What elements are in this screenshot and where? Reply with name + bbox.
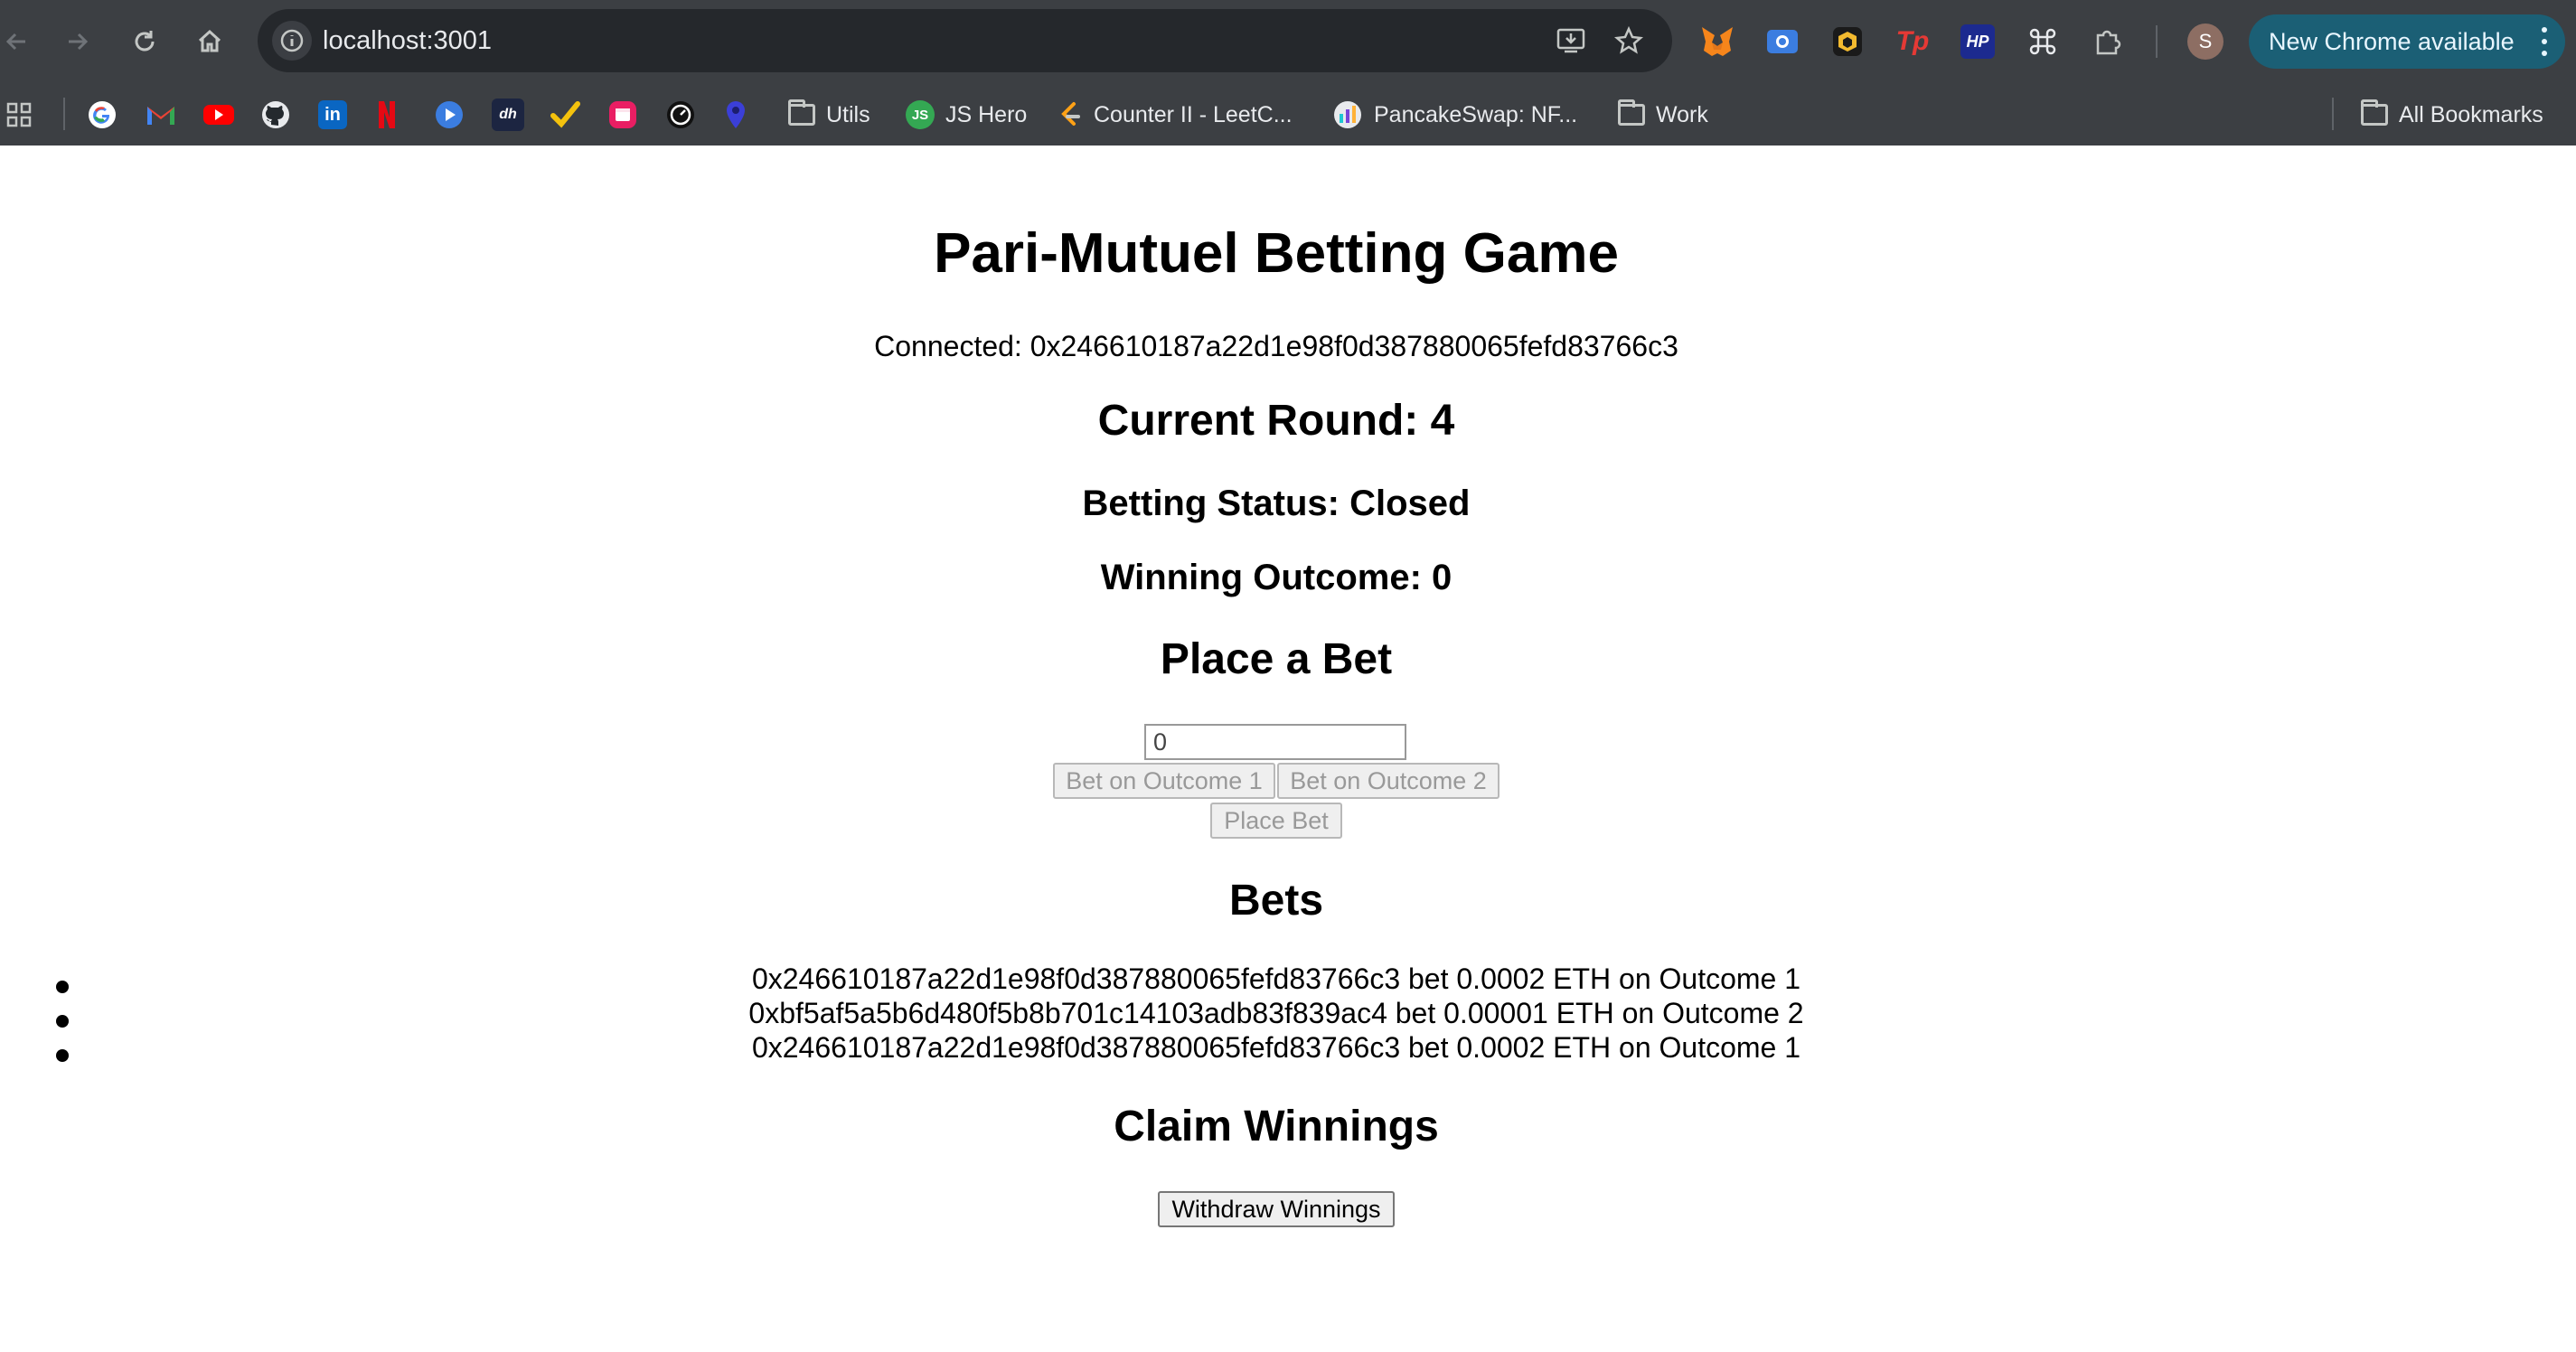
bookmark-label: Work — [1656, 101, 1708, 127]
page-title: Pari-Mutuel Betting Game — [934, 222, 1619, 285]
bet-outcome-1-button[interactable]: Bet on Outcome 1 — [1053, 763, 1275, 799]
netflix-icon[interactable] — [376, 98, 398, 132]
metamask-icon[interactable] — [1694, 18, 1741, 65]
tp-extension-icon[interactable]: Tp — [1889, 18, 1936, 65]
gmail-icon[interactable] — [145, 98, 177, 132]
pancakeswap-icon — [1334, 101, 1361, 128]
cube-wallet-icon[interactable] — [1824, 18, 1871, 65]
folder-icon — [2361, 99, 2388, 126]
folder-icon — [1618, 99, 1645, 126]
betting-status: Betting Status: Closed — [1082, 484, 1471, 523]
extensions-puzzle-icon[interactable] — [2084, 18, 2131, 65]
bookmark-leetcode[interactable]: Counter II - LeetC... — [1058, 98, 1293, 132]
bookmark-label: JS Hero — [945, 101, 1028, 127]
bet-entry: 0x246610187a22d1e98f0d387880065fefd83766… — [751, 1031, 1801, 1064]
js-hero-icon: JS — [906, 100, 935, 129]
bet-amount-input[interactable] — [1144, 724, 1406, 760]
speedometer-icon[interactable] — [665, 98, 696, 132]
forward-icon[interactable] — [56, 20, 99, 63]
claim-winnings-heading: Claim Winnings — [1114, 1103, 1439, 1150]
page-content: Pari-Mutuel Betting Game Connected: 0x24… — [0, 146, 2576, 1352]
bookmarks-divider — [2332, 98, 2334, 130]
install-app-icon[interactable] — [1550, 20, 1592, 61]
bookmark-pancakeswap[interactable]: PancakeSwap: NF... — [1332, 98, 1577, 132]
browser-chrome: localhost:3001 Tp HP S New Chrome availa… — [0, 0, 2576, 146]
browser-toolbar: localhost:3001 Tp HP S New Chrome availa… — [0, 0, 2576, 83]
bet-entry: 0x246610187a22d1e98f0d387880065fefd83766… — [751, 962, 1801, 995]
bookmark-label: Counter II - LeetC... — [1094, 101, 1293, 127]
bets-heading: Bets — [1228, 877, 1324, 925]
bookmark-label: PancakeSwap: NF... — [1374, 101, 1578, 127]
bookmark-star-icon[interactable] — [1608, 20, 1650, 61]
google-icon[interactable] — [87, 98, 118, 132]
site-info-icon[interactable] — [272, 21, 312, 61]
home-icon[interactable] — [188, 20, 231, 63]
place-bet-heading: Place a Bet — [1160, 635, 1393, 683]
hp-extension-icon[interactable]: HP — [1954, 18, 2001, 65]
folder-icon — [788, 99, 815, 126]
winning-outcome: Winning Outcome: 0 — [1100, 558, 1453, 597]
more-menu-icon[interactable] — [2542, 27, 2549, 56]
bookmark-folder-utils[interactable]: Utils — [788, 98, 870, 132]
hp-label: HP — [1966, 32, 1989, 51]
address-bar[interactable]: localhost:3001 — [258, 9, 1672, 72]
all-bookmarks-label: All Bookmarks — [2399, 101, 2543, 127]
all-bookmarks-button[interactable]: All Bookmarks — [2361, 98, 2543, 132]
current-round: Current Round: 4 — [1097, 397, 1455, 445]
withdraw-winnings-button[interactable]: Withdraw Winnings — [1158, 1191, 1395, 1227]
linkedin-icon[interactable]: in — [318, 98, 347, 132]
leetcode-icon — [1061, 102, 1080, 126]
bet-entry: 0xbf5af5a5b6d480f5b8b701c14103adb83f839a… — [748, 997, 1804, 1029]
new-chrome-available-button[interactable]: New Chrome available — [2249, 14, 2565, 69]
bookmarks-bar: in dh Utils JS JS Hero Counter II - Leet… — [0, 83, 2576, 146]
tp-label: Tp — [1895, 26, 1930, 56]
calendar-bookmark-icon[interactable] — [607, 98, 638, 132]
dh-bookmark-icon[interactable]: dh — [492, 98, 524, 132]
youtube-icon[interactable] — [202, 98, 235, 132]
toolbar-divider — [2156, 25, 2158, 58]
avatar-letter: S — [2198, 30, 2213, 52]
back-icon[interactable] — [0, 20, 38, 63]
place-bet-button[interactable]: Place Bet — [1210, 803, 1342, 839]
location-pin-icon[interactable] — [723, 98, 748, 132]
bookmarks-divider — [63, 98, 65, 130]
play-circle-icon[interactable] — [434, 98, 465, 132]
reload-icon[interactable] — [123, 20, 166, 63]
apps-grid-icon[interactable] — [5, 98, 33, 132]
bet-outcome-2-button[interactable]: Bet on Outcome 2 — [1277, 763, 1500, 799]
github-icon[interactable] — [260, 98, 291, 132]
bookmark-label: Utils — [826, 101, 870, 127]
page-title-wrap: Pari-Mutuel Betting Game — [0, 221, 2552, 286]
bookmark-js-hero[interactable]: JS JS Hero — [906, 98, 1027, 132]
bookmark-folder-work[interactable]: Work — [1618, 98, 1708, 132]
profile-avatar[interactable]: S — [2187, 23, 2223, 60]
checkmark-bookmark-icon[interactable] — [550, 98, 580, 132]
screen-recorder-icon[interactable] — [1759, 18, 1806, 65]
connected-account: Connected: 0x246610187a22d1e98f0d3878800… — [874, 330, 1678, 362]
update-label: New Chrome available — [2269, 27, 2515, 55]
url-text: localhost:3001 — [323, 26, 493, 55]
command-icon[interactable] — [2019, 18, 2066, 65]
